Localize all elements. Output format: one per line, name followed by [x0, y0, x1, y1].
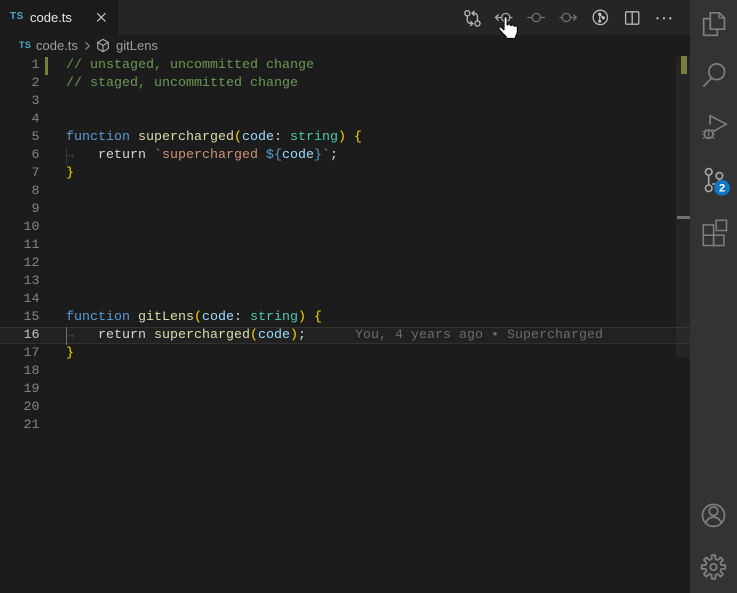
svg-text:2: 2 — [719, 183, 725, 195]
